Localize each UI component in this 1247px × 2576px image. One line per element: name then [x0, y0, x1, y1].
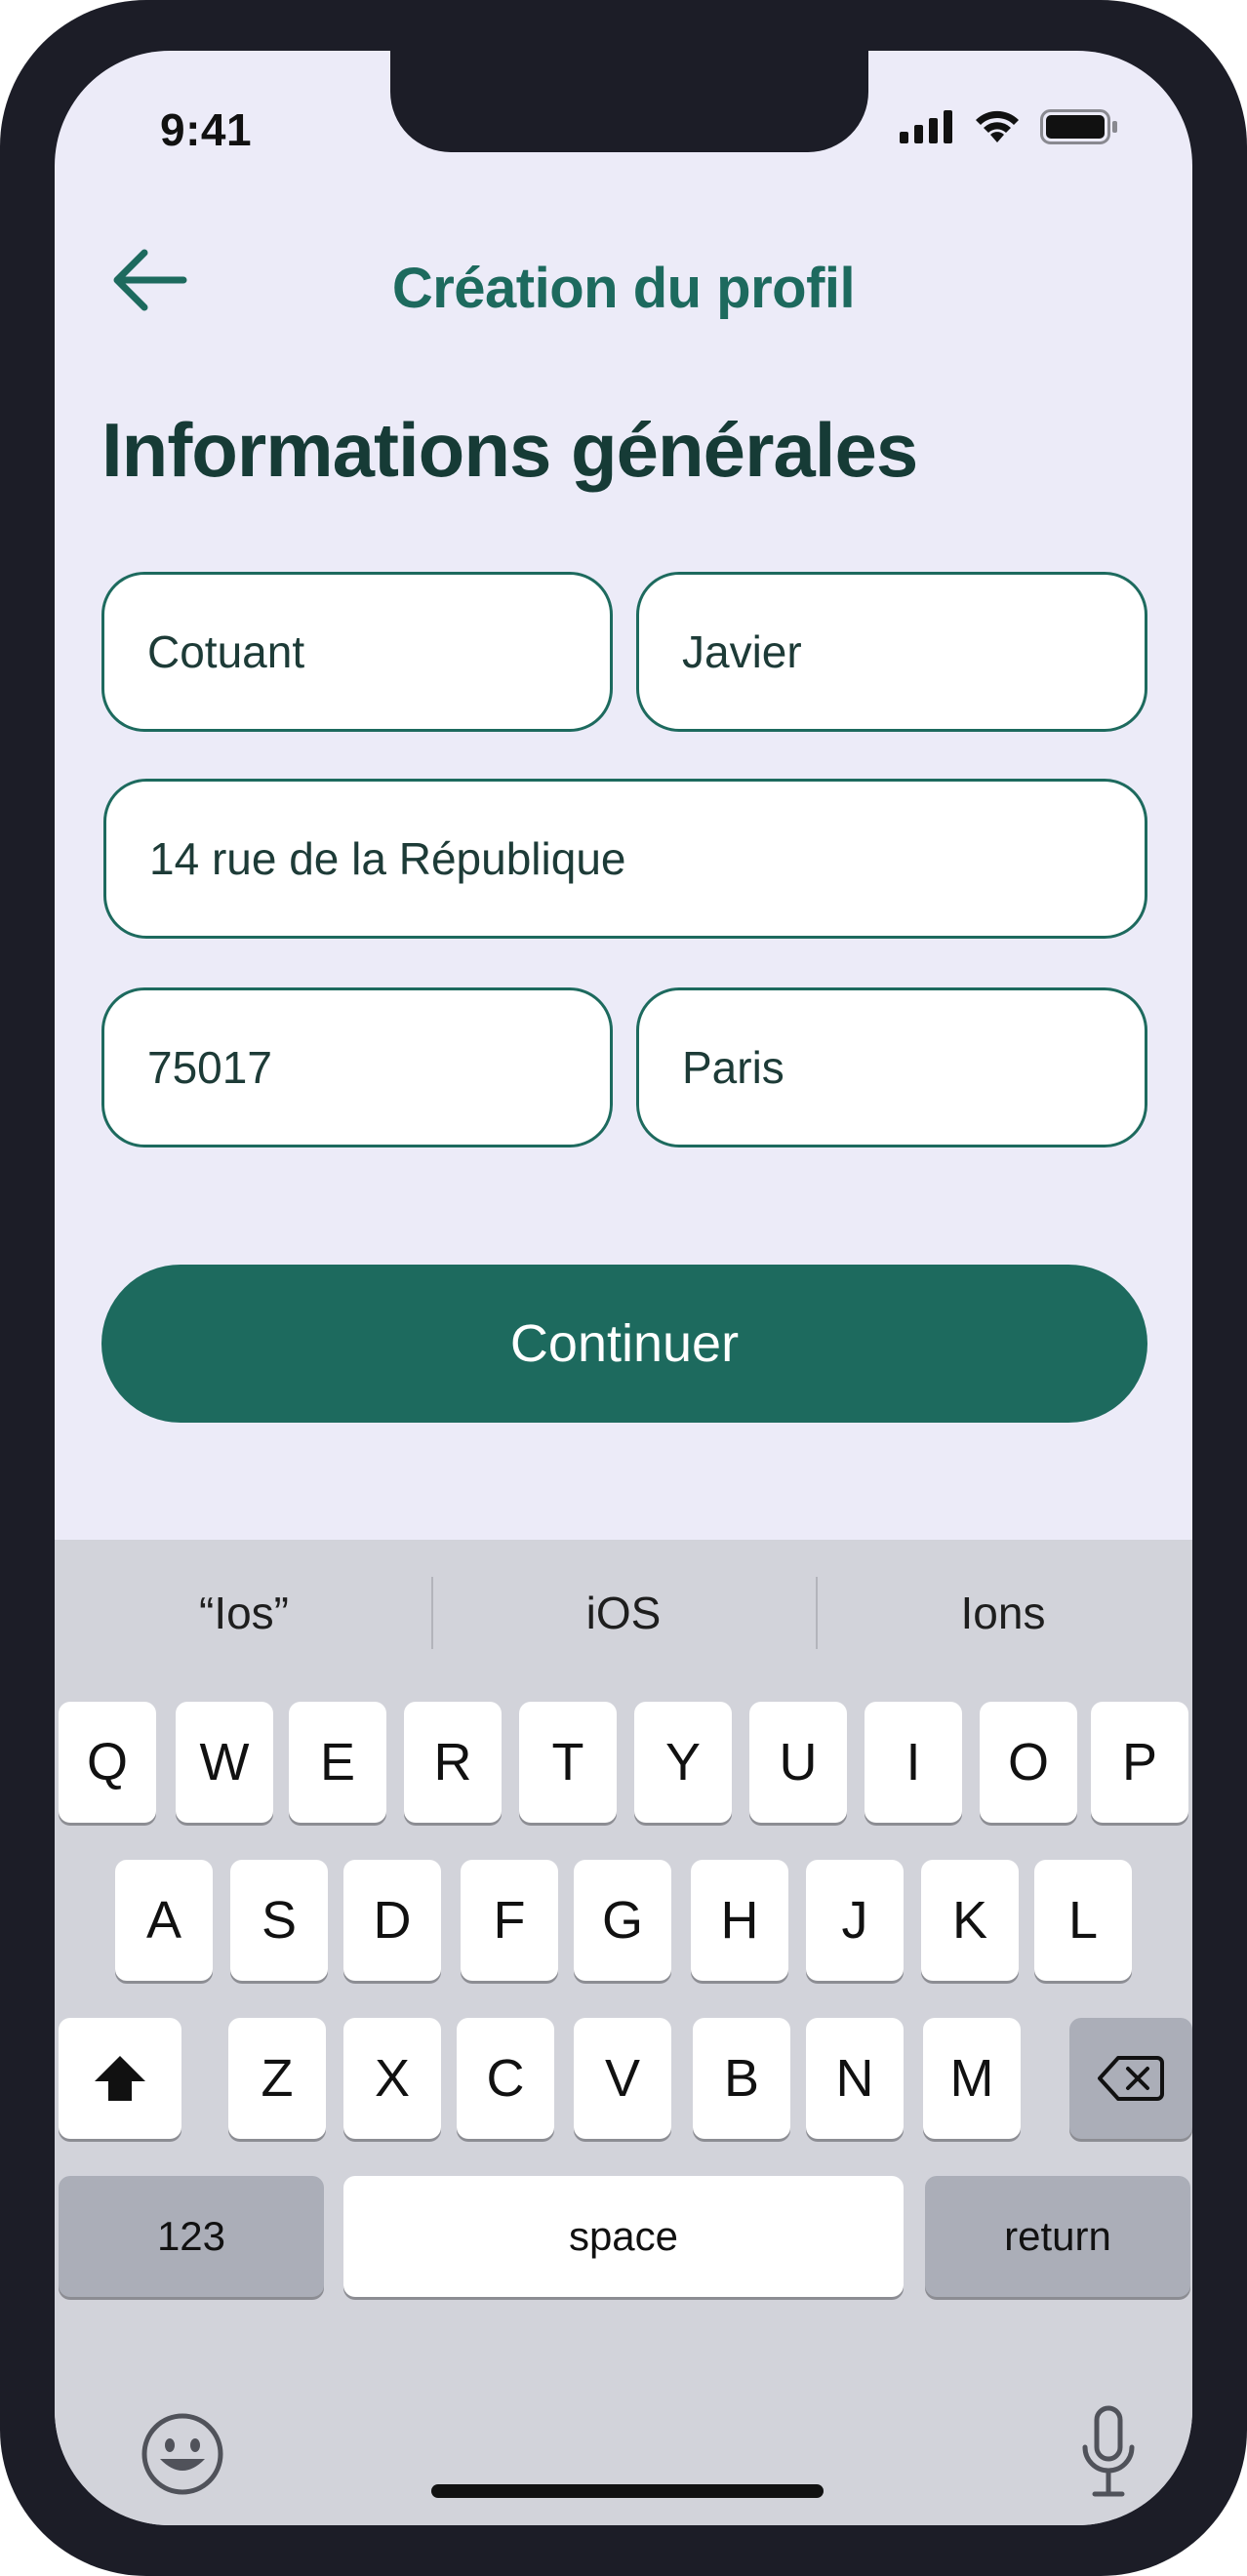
key-u[interactable]: U [749, 1702, 847, 1823]
shift-icon [95, 2056, 145, 2101]
suggestion-3[interactable]: Ions [814, 1540, 1192, 1686]
address-input[interactable] [149, 832, 1145, 885]
key-b[interactable]: B [693, 2018, 790, 2139]
emoji-button[interactable] [139, 2410, 226, 2498]
key-t[interactable]: T [519, 1702, 617, 1823]
postal-code-field[interactable] [101, 987, 613, 1147]
keyboard: “Ios” iOS Ions Q W E R T Y U I O P A S D… [55, 1540, 1192, 2525]
key-q[interactable]: Q [59, 1702, 156, 1823]
continue-button[interactable]: Continuer [101, 1265, 1147, 1423]
header: Création du profil [55, 217, 1192, 334]
phone-frame: 9:41 Création du profil Informations gén… [0, 0, 1247, 2576]
key-f[interactable]: F [461, 1860, 558, 1981]
microphone-icon [1082, 2405, 1135, 2497]
notch [390, 51, 868, 152]
screen: 9:41 Création du profil Informations gén… [55, 51, 1192, 2525]
suggestion-divider [431, 1577, 433, 1649]
shift-key[interactable] [59, 2018, 181, 2139]
key-n[interactable]: N [806, 2018, 904, 2139]
section-title: Informations générales [101, 407, 918, 493]
key-d[interactable]: D [343, 1860, 441, 1981]
key-x[interactable]: X [343, 2018, 441, 2139]
suggestion-2[interactable]: iOS [434, 1540, 813, 1686]
numbers-key[interactable]: 123 [59, 2176, 324, 2297]
key-y[interactable]: Y [634, 1702, 732, 1823]
key-s[interactable]: S [230, 1860, 328, 1981]
space-key[interactable]: space [343, 2176, 904, 2297]
delete-key[interactable] [1069, 2018, 1192, 2139]
key-e[interactable]: E [289, 1702, 386, 1823]
key-c[interactable]: C [457, 2018, 554, 2139]
signal-icon [900, 110, 952, 143]
key-k[interactable]: K [921, 1860, 1019, 1981]
key-a[interactable]: A [115, 1860, 213, 1981]
last-name-field[interactable] [101, 572, 613, 732]
suggestion-bar: “Ios” iOS Ions [55, 1540, 1192, 1686]
emoji-icon [141, 2413, 223, 2495]
key-g[interactable]: G [574, 1860, 671, 1981]
key-h[interactable]: H [691, 1860, 788, 1981]
key-r[interactable]: R [404, 1702, 502, 1823]
key-z[interactable]: Z [228, 2018, 326, 2139]
last-name-input[interactable] [147, 625, 610, 678]
status-icons [900, 109, 1118, 144]
delete-icon [1098, 2056, 1164, 2101]
city-field[interactable] [636, 987, 1147, 1147]
city-input[interactable] [682, 1041, 1145, 1094]
first-name-input[interactable] [682, 625, 1145, 678]
key-p[interactable]: P [1091, 1702, 1188, 1823]
suggestion-1[interactable]: “Ios” [55, 1540, 433, 1686]
page-title: Création du profil [391, 257, 856, 320]
key-o[interactable]: O [980, 1702, 1077, 1823]
key-j[interactable]: J [806, 1860, 904, 1981]
key-w[interactable]: W [176, 1702, 273, 1823]
address-field[interactable] [103, 779, 1147, 939]
microphone-button[interactable] [1079, 2404, 1138, 2502]
key-l[interactable]: L [1034, 1860, 1132, 1981]
return-key[interactable]: return [925, 2176, 1190, 2297]
key-m[interactable]: M [923, 2018, 1021, 2139]
status-time: 9:41 [160, 104, 253, 155]
wifi-icon [976, 110, 1019, 142]
home-indicator [431, 2484, 824, 2498]
key-i[interactable]: I [865, 1702, 962, 1823]
postal-code-input[interactable] [147, 1041, 610, 1094]
first-name-field[interactable] [636, 572, 1147, 732]
key-v[interactable]: V [574, 2018, 671, 2139]
battery-icon [1040, 109, 1117, 144]
